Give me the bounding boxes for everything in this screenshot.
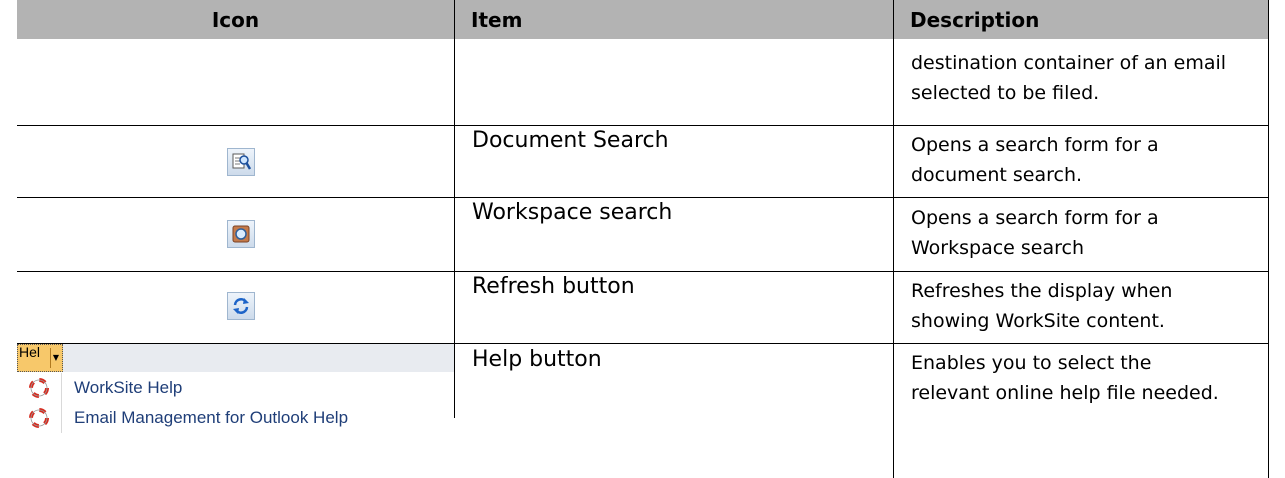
- row-item: Document Search: [472, 128, 669, 153]
- help-table: Icon Item Description destination contai…: [17, 0, 1269, 478]
- row-description: Enables you to select the relevant onlin…: [911, 348, 1263, 408]
- row-divider: [17, 197, 1269, 198]
- header-item-cell: Item: [455, 0, 893, 39]
- menu-item-email-management-help[interactable]: Email Management for Outlook Help: [17, 403, 454, 433]
- help-button-label: Hel: [19, 344, 41, 360]
- row-item: Workspace search: [472, 200, 673, 225]
- column-divider-1: [454, 0, 455, 418]
- menu-item-label: Email Management for Outlook Help: [74, 408, 349, 427]
- description-line: showing WorkSite content.: [911, 310, 1165, 332]
- lifebuoy-icon: [29, 378, 49, 398]
- help-button[interactable]: Hel ▼: [17, 344, 63, 372]
- description-line: selected to be filed.: [911, 82, 1100, 104]
- description-line: destination container of an email: [911, 52, 1227, 74]
- row-description: Refreshes the display when showing WorkS…: [911, 276, 1263, 336]
- help-dropdown-menu: WorkSite Help Email Management for Outlo…: [17, 373, 454, 433]
- row-description: Opens a search form for a document searc…: [911, 130, 1263, 190]
- document-search-icon[interactable]: [227, 148, 255, 176]
- menu-item-worksite-help[interactable]: WorkSite Help: [17, 373, 454, 403]
- row-description: Opens a search form for a Workspace sear…: [911, 203, 1263, 263]
- header-icon-cell: Icon: [17, 0, 454, 39]
- header-item-label: Item: [471, 7, 523, 32]
- column-divider-3: [1268, 0, 1269, 478]
- workspace-search-icon[interactable]: [227, 220, 255, 248]
- description-line: Opens a search form for a: [911, 207, 1159, 229]
- header-description-label: Description: [910, 7, 1040, 32]
- header-icon-label: Icon: [211, 7, 260, 32]
- lifebuoy-icon: [29, 408, 49, 428]
- description-line: Opens a search form for a: [911, 134, 1159, 156]
- row-divider: [17, 271, 1269, 272]
- header-description-cell: Description: [894, 0, 1269, 39]
- help-toolbar-strip: [17, 344, 454, 372]
- row-item: Help button: [472, 347, 602, 372]
- menu-item-label: WorkSite Help: [74, 378, 183, 397]
- refresh-icon[interactable]: [227, 292, 255, 320]
- description-line: Workspace search: [911, 237, 1085, 259]
- description-line: document search.: [911, 164, 1083, 186]
- description-line: Refreshes the display when: [911, 280, 1173, 302]
- row-item: Refresh button: [472, 274, 635, 299]
- column-divider-2: [893, 0, 894, 478]
- description-line: Enables you to select the: [911, 352, 1152, 374]
- row-divider: [17, 125, 1269, 126]
- row-description: destination container of an email select…: [911, 48, 1263, 108]
- description-line: relevant online help file needed.: [911, 382, 1219, 404]
- chevron-down-icon[interactable]: ▼: [50, 348, 61, 368]
